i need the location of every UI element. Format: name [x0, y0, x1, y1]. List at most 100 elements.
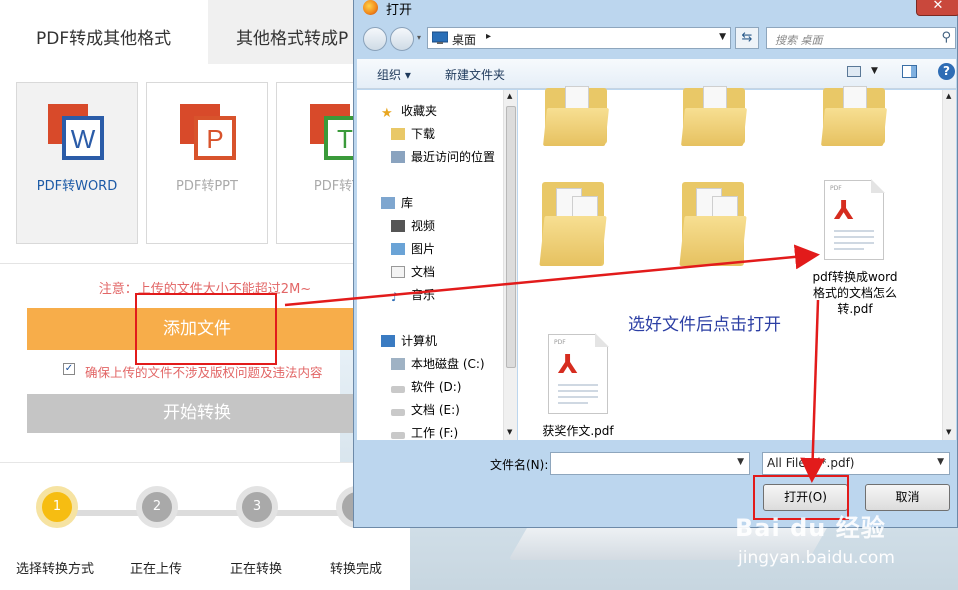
breadcrumb-chevron-icon: ▸	[486, 31, 492, 42]
start-convert-button[interactable]: 开始转换	[27, 394, 367, 433]
card-label: PDF转PPT	[176, 179, 238, 194]
nav-favorites[interactable]: ★ 收藏夹	[381, 102, 438, 121]
watermark-url: jingyan.baidu.com	[738, 548, 895, 568]
highlight-add-file	[135, 293, 277, 365]
nav-music[interactable]: ♪ 音乐	[391, 286, 436, 304]
folder-icon[interactable]	[543, 82, 609, 146]
nav-drive-f[interactable]: 工作 (F:)	[391, 424, 458, 441]
download-folder-icon	[391, 128, 405, 140]
step-1-label: 选择转换方式	[16, 562, 95, 577]
back-button[interactable]	[363, 27, 387, 51]
library-icon	[381, 197, 395, 209]
step-3-circle: 3	[236, 486, 278, 528]
preview-pane-icon[interactable]	[902, 65, 917, 78]
view-dropdown-icon[interactable]: ▼	[871, 66, 878, 76]
scroll-up-icon[interactable]: ▲	[946, 92, 951, 100]
card-label: PDF转WORD	[36, 179, 118, 194]
help-icon[interactable]: ?	[938, 63, 955, 80]
nav-label: 本地磁盘 (C:)	[411, 357, 485, 371]
folder-icon[interactable]	[681, 82, 747, 146]
picture-icon	[391, 243, 405, 255]
filename-input[interactable]: ▼	[550, 452, 750, 475]
document-icon	[391, 266, 405, 278]
address-bar[interactable]: 桌面 ▸ ▼	[427, 27, 731, 49]
word-icon: W	[48, 104, 104, 160]
pdf-file-icon[interactable]: PDF ⅄	[548, 333, 609, 414]
file-type-filter[interactable]: All Files (*.pdf) ▼	[762, 452, 950, 475]
instruction-annotation: 选好文件后点击打开	[628, 315, 781, 335]
nav-drive-d[interactable]: 软件 (D:)	[391, 378, 461, 395]
refresh-button[interactable]: ⇆	[735, 27, 759, 49]
desktop-icon	[432, 31, 448, 44]
step-1-circle: 1	[36, 486, 78, 528]
cancel-button[interactable]: 取消	[865, 484, 950, 511]
folder-icon[interactable]	[539, 176, 607, 266]
steps-track	[58, 510, 358, 516]
svg-text:T: T	[337, 124, 353, 154]
nav-downloads[interactable]: 下载	[391, 125, 435, 142]
filter-dropdown-icon[interactable]: ▼	[937, 457, 944, 467]
step-3-label: 正在转换	[230, 562, 283, 577]
filename-dropdown-icon[interactable]: ▼	[737, 457, 744, 467]
search-icon: ⚲	[941, 30, 951, 45]
drive-icon	[391, 386, 405, 393]
history-dropdown-icon[interactable]: ▾	[417, 33, 421, 42]
nav-label: 工作 (F:)	[411, 426, 459, 440]
video-icon	[391, 220, 405, 232]
file-list: PDF ⅄ pdf转换成word 格式的文档怎么 转.pdf PDF ⅄ 获奖作文.…	[518, 86, 956, 440]
nav-label: 视频	[411, 219, 436, 233]
folder-icon[interactable]	[821, 82, 887, 146]
card-pdf-to-word[interactable]: W PDF转WORD	[16, 82, 138, 244]
nav-drive-c[interactable]: 本地磁盘 (C:)	[391, 355, 485, 372]
address-dropdown-icon[interactable]: ▼	[719, 32, 726, 42]
conversion-tabs: PDF转成其他格式 其他格式转成P	[0, 0, 410, 64]
pdf-file-label[interactable]: pdf转换成word 格式的文档怎么 转.pdf	[800, 269, 910, 317]
organize-menu[interactable]: 组织 ▾	[377, 66, 411, 83]
dialog-title: 打开	[386, 3, 413, 18]
copyright-checkbox[interactable]: ✓	[63, 363, 75, 375]
nav-scrollbar[interactable]: ▲ ▼	[503, 90, 517, 440]
scroll-down-icon[interactable]: ▼	[946, 428, 951, 436]
nav-drive-e[interactable]: 文档 (E:)	[391, 401, 460, 418]
search-box[interactable]: 搜索 桌面 ⚲	[766, 27, 956, 49]
star-icon: ★	[381, 106, 393, 121]
pdf-file-label[interactable]: 获奖作文.pdf	[526, 422, 630, 439]
nav-label: 下载	[411, 127, 436, 141]
nav-label: 图片	[411, 242, 436, 256]
card-pdf-to-ppt[interactable]: P PDF转PPT	[146, 82, 268, 244]
nav-libraries[interactable]: 库	[381, 194, 413, 211]
nav-label: 音乐	[411, 288, 436, 302]
nav-computer[interactable]: 计算机	[381, 332, 437, 349]
nav-recent[interactable]: 最近访问的位置	[391, 148, 495, 165]
drive-icon	[391, 409, 405, 416]
folder-icon[interactable]	[679, 176, 747, 266]
nav-label: 最近访问的位置	[411, 150, 496, 164]
drive-icon	[391, 432, 405, 439]
tab-pdf-to-other[interactable]: PDF转成其他格式	[0, 0, 208, 64]
file-scrollbar[interactable]: ▲ ▼	[942, 90, 956, 440]
file-type-value: All Files (*.pdf)	[767, 456, 855, 470]
nav-videos[interactable]: 视频	[391, 217, 435, 234]
svg-text:P: P	[206, 124, 223, 154]
open-file-dialog: 打开 ✕ ▾ 桌面 ▸ ▼ ⇆ 搜索 桌面 ⚲ 组织 ▾ 新建文件夹 ▼ ? ★…	[353, 0, 958, 528]
nav-pictures[interactable]: 图片	[391, 240, 435, 257]
recent-places-icon	[391, 151, 405, 163]
step-2-circle: 2	[136, 486, 178, 528]
scroll-up-icon[interactable]: ▲	[507, 92, 512, 100]
new-folder-button[interactable]: 新建文件夹	[445, 66, 505, 83]
nav-label: 文档 (E:)	[411, 403, 460, 417]
view-options-icon[interactable]	[847, 66, 861, 77]
nav-label: 库	[401, 196, 414, 210]
nav-documents[interactable]: 文档	[391, 263, 435, 280]
step-2-label: 正在上传	[130, 562, 183, 577]
scroll-down-icon[interactable]: ▼	[507, 428, 512, 436]
close-button[interactable]: ✕	[916, 0, 958, 16]
nav-scroll-thumb[interactable]	[506, 106, 516, 368]
forward-button[interactable]	[390, 27, 414, 51]
ppt-icon: P	[180, 104, 236, 160]
nav-label: 收藏夹	[401, 104, 438, 118]
nav-label: 文档	[411, 265, 436, 279]
pdf-file-icon[interactable]: PDF ⅄	[824, 179, 885, 260]
svg-text:W: W	[71, 124, 96, 154]
refresh-icon: ⇆	[741, 30, 753, 45]
